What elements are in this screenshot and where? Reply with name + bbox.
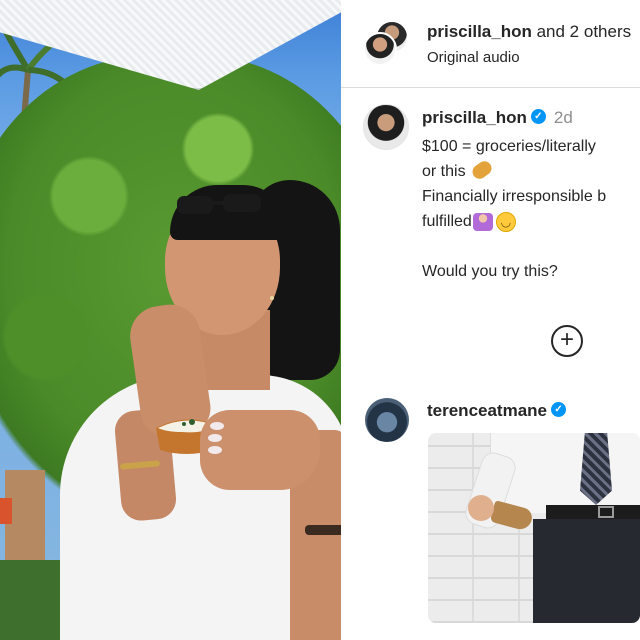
- woman-shrugging-emoji-icon: [472, 212, 493, 231]
- caption-line-text: or this: [422, 163, 466, 180]
- header-username[interactable]: priscilla_hon: [427, 22, 532, 41]
- man-hand: [468, 495, 494, 521]
- reel-video[interactable]: [0, 0, 341, 640]
- hotdog-emoji-icon: [469, 158, 495, 182]
- verified-badge-icon: ✓: [551, 402, 567, 418]
- header-others[interactable]: and 2 others: [532, 22, 632, 41]
- caption-line: [422, 234, 640, 259]
- upside-down-face-emoji-icon: ◡: [495, 211, 516, 232]
- verified-badge-icon: ✓: [530, 109, 546, 125]
- comment-username-row: terenceatmane ✓: [427, 401, 567, 421]
- collab-avatars[interactable]: [363, 20, 409, 66]
- plus-circle-icon[interactable]: +: [551, 325, 583, 357]
- post-header: priscilla_hon and 2 others Original audi…: [341, 0, 640, 88]
- caption-line: $100 = groceries/literally: [422, 138, 596, 155]
- background-object: [0, 498, 12, 524]
- post-panel: priscilla_hon and 2 others Original audi…: [341, 0, 640, 640]
- caption-line: fulfilled ◡: [422, 209, 640, 234]
- belt-buckle: [598, 506, 614, 518]
- caption-line-text: fulfilled: [422, 213, 472, 230]
- caption-text: $100 = groceries/literally or this Finan…: [422, 134, 640, 284]
- sunglasses-icon: [177, 194, 261, 214]
- comment-gif-image[interactable]: [428, 433, 640, 623]
- belt: [546, 505, 640, 519]
- trousers: [533, 519, 640, 623]
- caption-line: Would you try this?: [422, 263, 558, 280]
- comment-avatar[interactable]: [365, 398, 409, 442]
- caption-username-row: priscilla_hon ✓ 2d: [422, 108, 573, 128]
- necktie: [580, 433, 612, 505]
- caption-line: or this: [422, 158, 640, 184]
- audio-link[interactable]: Original audio: [427, 49, 520, 66]
- comment-username[interactable]: terenceatmane: [427, 401, 547, 420]
- caption-timestamp[interactable]: 2d: [554, 108, 573, 127]
- avatar: [363, 32, 397, 66]
- painted-nails: [208, 422, 224, 454]
- caption-avatar[interactable]: [363, 104, 409, 150]
- caption-username[interactable]: priscilla_hon: [422, 108, 527, 127]
- earring: [270, 296, 274, 300]
- header-authors[interactable]: priscilla_hon and 2 others: [427, 22, 631, 42]
- watch-band: [305, 525, 341, 535]
- caption-line: Financially irresponsible b: [422, 188, 607, 205]
